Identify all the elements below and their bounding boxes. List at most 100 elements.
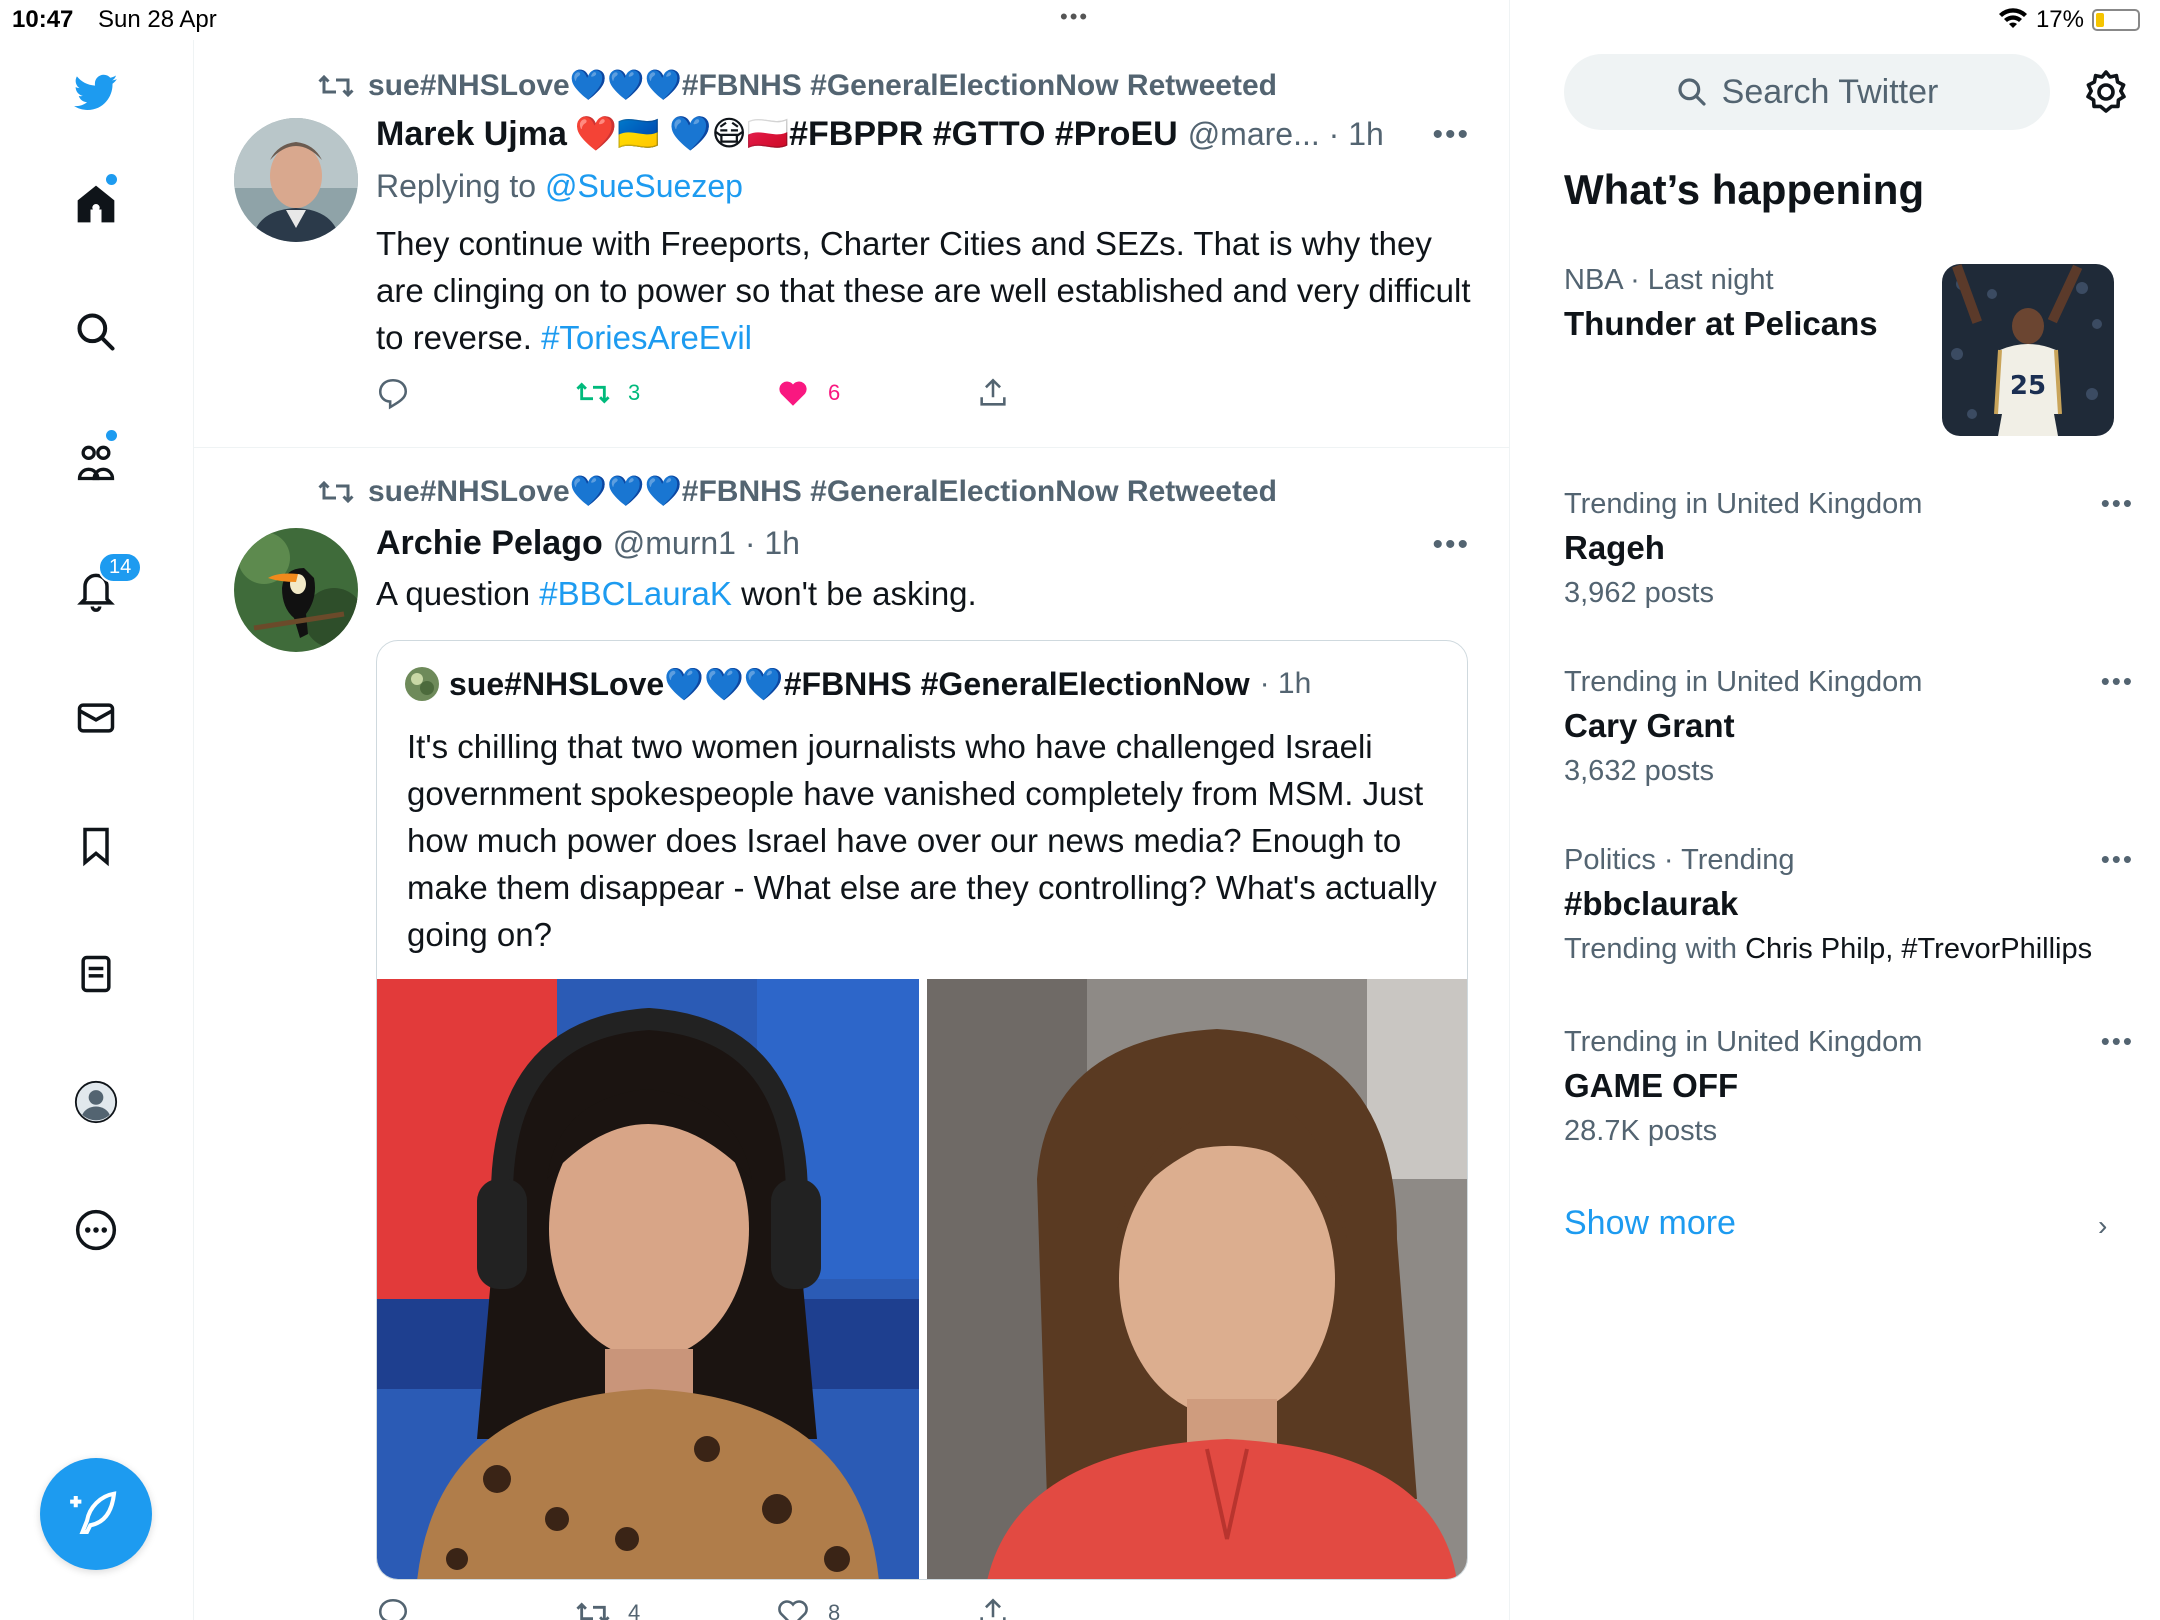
tweet-actions: 4 8	[376, 1596, 1076, 1620]
whats-happening-title: What’s happening	[1564, 166, 1925, 213]
home-icon[interactable]	[70, 178, 122, 230]
retweet-button[interactable]: 3	[576, 376, 640, 410]
trend-related-prefix: Trending with	[1564, 933, 1738, 965]
retweet-small-icon	[318, 74, 354, 97]
share-icon	[980, 378, 1006, 406]
retweet-button[interactable]: 4	[576, 1596, 640, 1620]
compose-tweet-button[interactable]	[40, 1458, 152, 1570]
search-icon[interactable]	[70, 306, 122, 358]
quote-header: sue#NHSLove💙💙💙#FBNHS #GeneralElectionNow…	[405, 665, 1311, 703]
communities-icon[interactable]	[70, 436, 122, 488]
quote-time: · 1h	[1259, 667, 1312, 700]
bookmarks-icon[interactable]	[70, 820, 122, 872]
tweet-more-button[interactable]: •••	[1432, 118, 1470, 152]
like-button[interactable]: 8	[776, 1596, 840, 1620]
quoted-tweet[interactable]: sue#NHSLove💙💙💙#FBNHS #GeneralElectionNow…	[376, 640, 1468, 1580]
more-options-icon[interactable]	[70, 1204, 122, 1256]
tweet-body-end: won't be asking.	[741, 575, 977, 612]
trend-title: Cary Grant	[1564, 707, 1735, 744]
retweet-icon	[576, 382, 610, 404]
reply-icon	[378, 378, 408, 410]
heart-filled-icon	[779, 381, 807, 406]
trend-post-count: 28.7K posts	[1564, 1115, 1718, 1147]
trend-item[interactable]: Trending in United Kingdom Cary Grant 3,…	[1564, 666, 2132, 788]
avatar[interactable]	[234, 118, 358, 242]
trend-item[interactable]: Trending in United Kingdom GAME OFF 28.7…	[1564, 1026, 2132, 1148]
share-button[interactable]	[976, 1596, 1010, 1620]
trend-item[interactable]: Trending in United Kingdom Rageh 3,962 p…	[1564, 488, 2132, 610]
tweet-text: A question #BBCLauraK won't be asking.	[376, 570, 1476, 617]
timeline: sue#NHSLove💙💙💙#FBNHS #GeneralElectionNow…	[194, 0, 1510, 1620]
retweet-icon	[576, 1602, 610, 1620]
search-input[interactable]: Search Twitter	[1564, 54, 2050, 130]
home-unread-dot	[106, 174, 117, 185]
retweet-count: 3	[628, 380, 641, 405]
notifications-badge: 14	[98, 552, 143, 583]
quote-author-name: sue#NHSLove💙💙💙#FBNHS #GeneralElectionNow	[449, 666, 1250, 702]
quote-avatar	[405, 667, 439, 701]
trend-meta: Trending in United Kingdom	[1564, 1026, 1923, 1058]
communities-unread-dot	[106, 430, 117, 441]
retweet-context: sue#NHSLove💙💙💙#FBNHS #GeneralElectionNow…	[318, 68, 1277, 103]
trend-meta: Trending in United Kingdom	[1564, 666, 1923, 698]
hashtag-link[interactable]: #BBCLauraK	[539, 575, 732, 612]
trend-title: Rageh	[1564, 529, 1665, 566]
like-button[interactable]: 6	[776, 376, 840, 410]
tweet-more-button[interactable]: •••	[1432, 528, 1470, 562]
trend-related: Trending with Chris Philp, #TrevorPhilli…	[1564, 933, 2124, 966]
replying-label: Replying to	[376, 168, 537, 204]
trend-post-count: 3,632 posts	[1564, 755, 1714, 787]
trend-item[interactable]: Politics · Trending #bbclaurak Trending …	[1564, 844, 2132, 966]
reply-icon	[378, 1598, 408, 1620]
reply-button[interactable]	[376, 1596, 410, 1620]
messages-icon[interactable]	[70, 692, 122, 744]
trend-meta: Politics · Trending	[1564, 844, 1795, 876]
avatar[interactable]	[234, 528, 358, 652]
trend-title: GAME OFF	[1564, 1067, 1739, 1104]
quote-image-2[interactable]	[927, 979, 1467, 1579]
retweet-small-icon	[318, 480, 354, 503]
author-name[interactable]: Archie Pelago	[376, 524, 603, 563]
hashtag-link[interactable]: #ToriesAreEvil	[541, 319, 752, 356]
settings-gear-icon[interactable]	[2082, 68, 2130, 116]
retweeted-by-text: sue#NHSLove💙💙💙#FBNHS #GeneralElectionNow…	[368, 475, 1277, 508]
compose-feather-icon	[70, 1491, 117, 1535]
trend-more-button[interactable]: •••	[2101, 666, 2134, 697]
author-name-suffix: ❤️🇺🇦 💙😷🇵🇱#FBPPR #GTTO #ProEU	[574, 115, 1178, 153]
trend-meta: Trending in United Kingdom	[1564, 488, 1923, 520]
quote-image-1[interactable]	[377, 979, 919, 1579]
trend-post-count: 3,962 posts	[1564, 577, 1714, 609]
lists-icon[interactable]	[70, 948, 122, 1000]
share-button[interactable]	[976, 376, 1010, 410]
tweet-actions: 3 6	[376, 376, 1076, 416]
tweet[interactable]: sue#NHSLove💙💙💙#FBNHS #GeneralElectionNow…	[194, 462, 1510, 1620]
retweet-count: 4	[628, 1600, 641, 1620]
tweet-header: Archie Pelago @murn1 · 1h	[376, 524, 800, 563]
retweet-context: sue#NHSLove💙💙💙#FBNHS #GeneralElectionNow…	[318, 474, 1277, 509]
trend-image[interactable]: 25	[1942, 264, 2114, 436]
author-handle[interactable]: @mare... · 1h	[1188, 116, 1384, 153]
trend-related-names[interactable]: Chris Philp, #TrevorPhillips	[1745, 933, 2092, 965]
heart-icon	[778, 1600, 808, 1620]
right-sidebar: Search Twitter What’s happening NBA · La…	[1510, 0, 2160, 1620]
author-name[interactable]: Marek Ujma	[376, 115, 567, 154]
tweet[interactable]: sue#NHSLove💙💙💙#FBNHS #GeneralElectionNow…	[194, 56, 1510, 448]
retweeted-by-text: sue#NHSLove💙💙💙#FBNHS #GeneralElectionNow…	[368, 69, 1277, 102]
status-time: 10:47	[12, 6, 74, 33]
like-count: 8	[828, 1600, 841, 1620]
trend-more-button[interactable]: •••	[2101, 1026, 2134, 1057]
search-icon	[1678, 78, 1706, 106]
quote-text: It's chilling that two women journalists…	[407, 728, 1437, 953]
tweet-body-start: A question	[376, 575, 531, 612]
trend-more-button[interactable]: •••	[2101, 844, 2134, 875]
replying-to-link[interactable]: @SueSuezep	[545, 168, 743, 204]
jersey-number: 25	[2010, 371, 2046, 401]
twitter-logo-icon[interactable]	[70, 66, 122, 118]
trend-more-button[interactable]: •••	[2101, 488, 2134, 519]
search-placeholder: Search Twitter	[1721, 72, 1939, 111]
show-more-link[interactable]: Show more	[1564, 1204, 1736, 1243]
tweet-text: They continue with Freeports, Charter Ci…	[376, 220, 1476, 361]
reply-button[interactable]	[376, 376, 410, 410]
author-handle[interactable]: @murn1 · 1h	[613, 525, 800, 562]
profile-avatar-icon[interactable]	[70, 1076, 122, 1128]
